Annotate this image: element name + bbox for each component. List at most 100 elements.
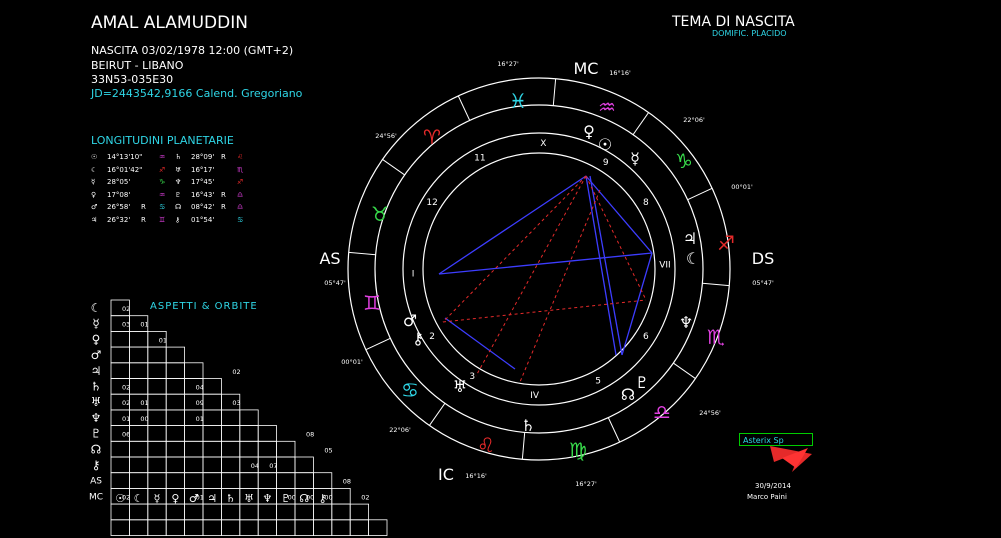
aspect-orb: 02 [122, 493, 130, 501]
libra-icon: ♎ [653, 400, 671, 424]
capricorn-icon: ♑ [675, 149, 693, 173]
pluto-icon: ♇ [635, 373, 649, 392]
house-number: 6 [643, 332, 649, 342]
aspect-orb: 01 [159, 336, 167, 344]
asterix-logo [770, 446, 812, 472]
aspect-orb: 02 [122, 384, 130, 392]
mercury-icon: ☿ [630, 149, 640, 168]
aspect-orb: 09 [196, 399, 204, 407]
svg-text:16°27': 16°27' [497, 60, 519, 68]
aspect-orb: 00 [324, 493, 332, 501]
svg-text:22°06': 22°06' [389, 426, 411, 434]
aspect-orb: 02 [122, 399, 130, 407]
aries-icon: ♈ [423, 125, 441, 149]
svg-text:24°56': 24°56' [699, 409, 721, 417]
svg-text:16°16': 16°16' [465, 472, 487, 480]
as-label: AS [319, 249, 340, 268]
aspect-orb: 04 [196, 384, 204, 392]
aspect-row-glyph: ♆ [91, 411, 102, 425]
house-number: IV [530, 391, 540, 401]
aspect-row-label: AS [90, 477, 102, 487]
angle-labels: MC IC AS DS [319, 59, 774, 484]
aspect-orb: 00 [288, 493, 296, 501]
aspect-orb: 02 [361, 493, 369, 501]
aspect-row-glyph: ♂ [91, 348, 102, 362]
aspect-row-glyph: ☊ [91, 442, 102, 456]
scorpio-icon: ♏ [707, 325, 725, 349]
virgo-icon: ♍ [569, 438, 587, 462]
aspect-orb: 01 [140, 399, 148, 407]
taurus-icon: ♉ [371, 202, 389, 226]
aspect-col-glyph: ♅ [244, 492, 254, 505]
node-icon: ☊ [621, 385, 635, 404]
mars-icon: ♂ [403, 311, 417, 330]
cancer-icon: ♋ [401, 378, 419, 402]
pisces-icon: ♓ [509, 89, 527, 113]
aquarius-icon: ♒ [598, 95, 616, 119]
aspect-orb: 01 [196, 415, 204, 423]
cusp-degrees: 16°27' 16°16' 22°06' 24°56' 00°01' 05°47… [324, 60, 774, 488]
aspect-orb: 01 [140, 321, 148, 329]
house-number: 9 [603, 158, 609, 168]
aspect-row-label: MC [89, 492, 103, 502]
leo-icon: ♌ [477, 433, 495, 457]
ic-label: IC [438, 465, 454, 484]
aspect-grid: ☾☿♀♂♃♄♅♆♇☊⚷ASMC ☉ ☾ ☿ ♀ ♂ ♃ ♄ ♅ ♆ ♇ ☊ ⚷0203 01010202 0… [89, 299, 388, 536]
house-number: 8 [643, 198, 649, 208]
moon-icon: ☾ [686, 249, 700, 268]
mc-label: MC [574, 59, 599, 78]
chart-canvas: ☾☿♀♂♃♄♅♆♇☊⚷ASMC ☉ ☾ ☿ ♀ ♂ ♃ ♄ ♅ ♆ ♇ ☊ ⚷0203 01010202 0… [89, 59, 812, 536]
svg-text:16°16': 16°16' [609, 69, 631, 77]
aspect-lines [438, 175, 653, 383]
svg-text:24°56': 24°56' [375, 132, 397, 140]
house-number: 3 [469, 372, 475, 382]
saturn-icon: ♄ [521, 416, 535, 435]
aspect-row-glyph: ♅ [91, 395, 102, 409]
aspect-orb: 08 [343, 478, 351, 486]
aspect-orb: 00 [306, 493, 314, 501]
svg-text:00°01': 00°01' [731, 183, 753, 191]
aspect-row-glyph: ☿ [92, 317, 99, 331]
house-number: 11 [474, 154, 485, 164]
aspect-row-glyph: ♄ [91, 380, 102, 394]
aspect-col-glyph: ♀ [171, 492, 179, 505]
aspect-orb: 06 [122, 431, 130, 439]
aspect-row-glyph: ⚷ [92, 458, 101, 472]
house-number: 12 [426, 198, 437, 208]
aspect-orb: 07 [269, 462, 277, 470]
aspect-orb: 04 [251, 462, 259, 470]
aspect-row-glyph: ☾ [91, 301, 102, 315]
aspect-orb: 00 [140, 415, 148, 423]
venus-icon: ♀ [583, 122, 595, 141]
aspect-orb: 03 [122, 321, 130, 329]
gemini-icon: ♊ [363, 291, 381, 315]
aspect-row-glyph: ♃ [91, 364, 102, 378]
aspect-col-glyph: ♃ [207, 492, 217, 505]
aspect-row-glyph: ♀ [92, 332, 101, 346]
aspect-orb: 05 [324, 446, 332, 454]
uranus-icon: ♅ [453, 377, 467, 396]
natal-wheel [347, 77, 731, 461]
jupiter-icon: ♃ [683, 229, 697, 248]
aspect-row-glyph: ♇ [91, 427, 102, 441]
zodiac-signs: ♓ ♒ ♑ ♐ ♏ ♎ ♍ ♌ ♋ ♊ ♉ ♈ [363, 89, 735, 462]
svg-text:16°27': 16°27' [575, 480, 597, 488]
svg-text:00°01': 00°01' [341, 358, 363, 366]
ds-label: DS [752, 249, 774, 268]
neptune-icon: ♆ [679, 313, 693, 332]
chiron-icon: ⚷ [412, 329, 424, 348]
house-number: VII [659, 261, 670, 271]
aspect-col-glyph: ☿ [154, 492, 161, 505]
sagittarius-icon: ♐ [717, 231, 735, 255]
house-number: 2 [429, 332, 435, 342]
svg-text:05°47': 05°47' [752, 279, 774, 287]
house-number: X [540, 139, 546, 149]
aspect-orb: 03 [232, 399, 240, 407]
aspect-col-glyph: ☾ [134, 492, 144, 505]
house-number: I [412, 269, 415, 279]
aspect-orb: 01 [196, 493, 204, 501]
aspect-orb: 08 [306, 431, 314, 439]
house-number: 5 [595, 376, 601, 386]
sun-icon: ☉ [598, 135, 612, 154]
aspect-col-glyph: ♄ [226, 492, 236, 505]
